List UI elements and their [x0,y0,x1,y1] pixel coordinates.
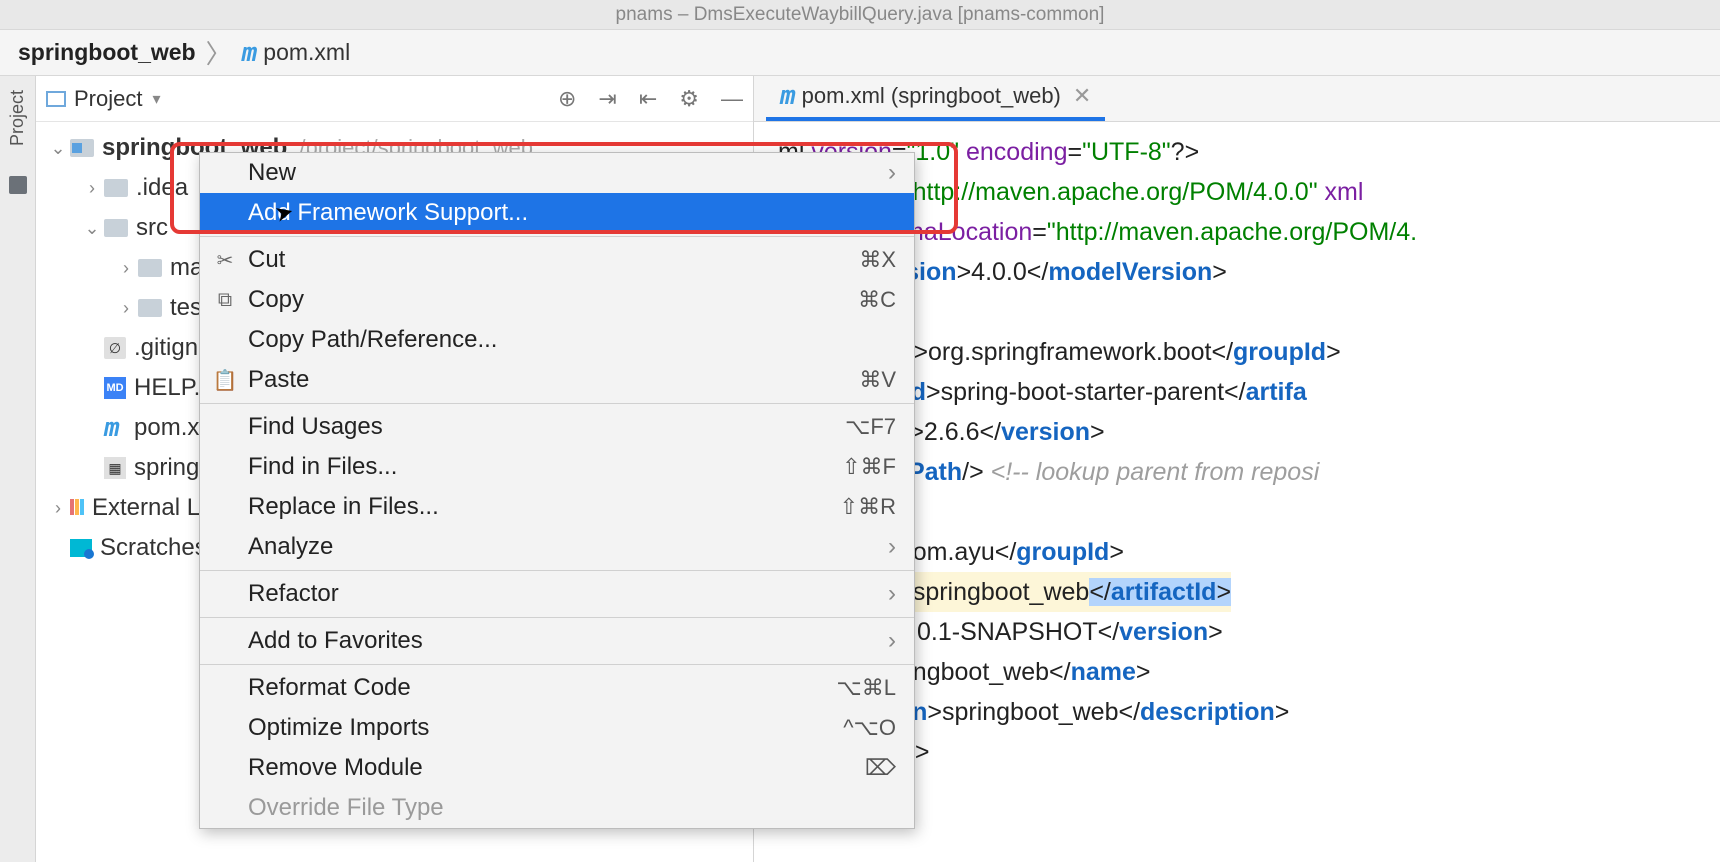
close-tab-icon[interactable]: ✕ [1073,83,1091,109]
locate-icon[interactable]: ⊕ [558,86,576,112]
menu-remove-module[interactable]: Remove Module⌦ [200,748,914,788]
maven-tab-icon: m [780,81,796,111]
gitignore-icon: ∅ [104,337,126,359]
menu-replace-in-files[interactable]: Replace in Files...⇧⌘R [200,487,914,527]
submenu-arrow-icon: › [888,580,896,608]
markdown-icon: MD [104,377,126,399]
editor-tabs: m pom.xml (springboot_web) ✕ [754,76,1720,122]
iml-icon: ▦ [104,457,126,479]
menu-cut[interactable]: ✂Cut⌘X [200,240,914,280]
menu-separator [200,403,914,404]
menu-refactor[interactable]: Refactor› [200,574,914,614]
menu-reformat-code[interactable]: Reformat Code⌥⌘L [200,668,914,708]
breadcrumb: springboot_web 〉 m pom.xml [0,30,1720,76]
breadcrumb-sep: 〉 [206,34,232,71]
menu-separator [200,664,914,665]
tool-window-bar: Project [0,76,36,862]
menu-override-file-type[interactable]: Override File Type [200,788,914,828]
menu-copy[interactable]: ⧉Copy⌘C [200,280,914,320]
context-menu: New› Add Framework Support... ✂Cut⌘X ⧉Co… [199,152,915,829]
submenu-arrow-icon: › [888,159,896,187]
paste-icon: 📋 [214,369,236,391]
expand-all-icon[interactable]: ⇥ [598,86,616,112]
copy-icon: ⧉ [214,289,236,311]
editor-tab-pom[interactable]: m pom.xml (springboot_web) ✕ [766,75,1105,121]
breadcrumb-file[interactable]: pom.xml [263,39,350,66]
project-panel-header: Project ▾ ⊕ ⇥ ⇤ ⚙ — [36,76,753,122]
submenu-arrow-icon: › [888,627,896,655]
collapse-all-icon[interactable]: ⇤ [639,86,657,112]
menu-separator [200,236,914,237]
chevron-down-icon[interactable]: ▾ [152,89,160,109]
menu-paste[interactable]: 📋Paste⌘V [200,360,914,400]
hide-icon[interactable]: — [721,86,743,112]
title-bar: pnams – DmsExecuteWaybillQuery.java [pna… [0,0,1720,30]
project-toolwindow-button[interactable]: Project [7,90,28,146]
project-view-icon [46,91,66,107]
scratch-icon [70,539,92,557]
menu-add-framework-support[interactable]: Add Framework Support... [200,193,914,233]
maven-icon: m [242,38,258,68]
menu-copy-path[interactable]: Copy Path/Reference... [200,320,914,360]
project-panel-title[interactable]: Project [74,86,142,112]
menu-new[interactable]: New› [200,153,914,193]
cut-icon: ✂ [214,249,236,271]
menu-optimize-imports[interactable]: Optimize Imports^⌥O [200,708,914,748]
menu-separator [200,570,914,571]
menu-find-in-files[interactable]: Find in Files...⇧⌘F [200,447,914,487]
submenu-arrow-icon: › [888,533,896,561]
menu-analyze[interactable]: Analyze› [200,527,914,567]
structure-toolwindow-button[interactable] [9,176,27,194]
menu-add-to-favorites[interactable]: Add to Favorites› [200,621,914,661]
gear-icon[interactable]: ⚙ [679,86,699,112]
breadcrumb-root[interactable]: springboot_web [18,39,196,66]
menu-separator [200,617,914,618]
menu-find-usages[interactable]: Find Usages⌥F7 [200,407,914,447]
library-icon [70,488,92,528]
editor-tab-label: pom.xml (springboot_web) [802,83,1061,109]
maven-file-icon: m [104,408,126,448]
